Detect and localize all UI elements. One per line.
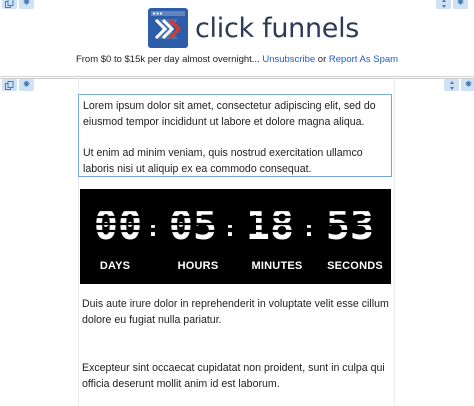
move-icon[interactable] [444,79,459,91]
selected-text-block[interactable]: Lorem ipsum dolor sit amet, consectetur … [78,94,392,177]
column-guide-right [394,78,395,406]
body-paragraph-2: Ut enim ad minim veniam, quis nostrud ex… [83,147,363,175]
header-right-toolbar: ✹ [436,0,468,9]
days-label: DAYS [99,260,131,272]
gear-icon[interactable]: ✹ [19,79,34,91]
report-spam-link[interactable]: Report As Spam [329,54,398,65]
separator: : [302,214,316,242]
move-icon[interactable] [436,0,451,9]
section-divider [0,78,474,79]
seconds-label: SECONDS [327,260,383,272]
copy-icon[interactable] [2,0,17,9]
or-text: or [317,54,327,65]
minutes-label: MINUTES [251,260,303,272]
gear-icon[interactable]: ✹ [461,79,474,91]
funnel-logo-icon [148,8,188,48]
header-section[interactable]: ✹ ✹ click funnels From $0 to $15k per da… [0,0,474,77]
unsubscribe-link[interactable]: Unsubscribe [262,54,315,65]
clickfunnels-logo: click funnels [148,8,359,48]
body-paragraph-1: Lorem ipsum dolor sit amet, consectetur … [83,100,376,128]
tagline-text: From $0 to $15k per day almost overnight… [75,54,260,65]
countdown-digits: 00 : 05 : 18 : 53 [80,203,391,243]
separator: : [223,214,237,242]
hours-label: HOURS [177,260,219,272]
separator: : [146,214,160,242]
header-subline: From $0 to $15k per day almost overnight… [0,54,474,65]
countdown-timer[interactable]: 00 : 05 : 18 : 53 DAYS HOURS MINUTES SEC… [80,189,391,284]
header-left-toolbar: ✹ [2,0,34,9]
body-paragraph-3: Duis aute irure dolor in reprehenderit i… [82,298,389,326]
body-paragraph-4: Excepteur sint occaecat cupidatat non pr… [82,362,385,390]
body-right-toolbar: ✹ [444,79,474,91]
email-editor-canvas: ✹ ✹ click funnels From $0 to $15k per da… [0,0,474,406]
gear-icon[interactable]: ✹ [453,0,468,9]
gear-icon[interactable]: ✹ [19,0,34,9]
logo-text: click funnels [195,12,360,44]
copy-icon[interactable] [2,79,17,91]
body-left-toolbar: ✹ [2,79,34,91]
